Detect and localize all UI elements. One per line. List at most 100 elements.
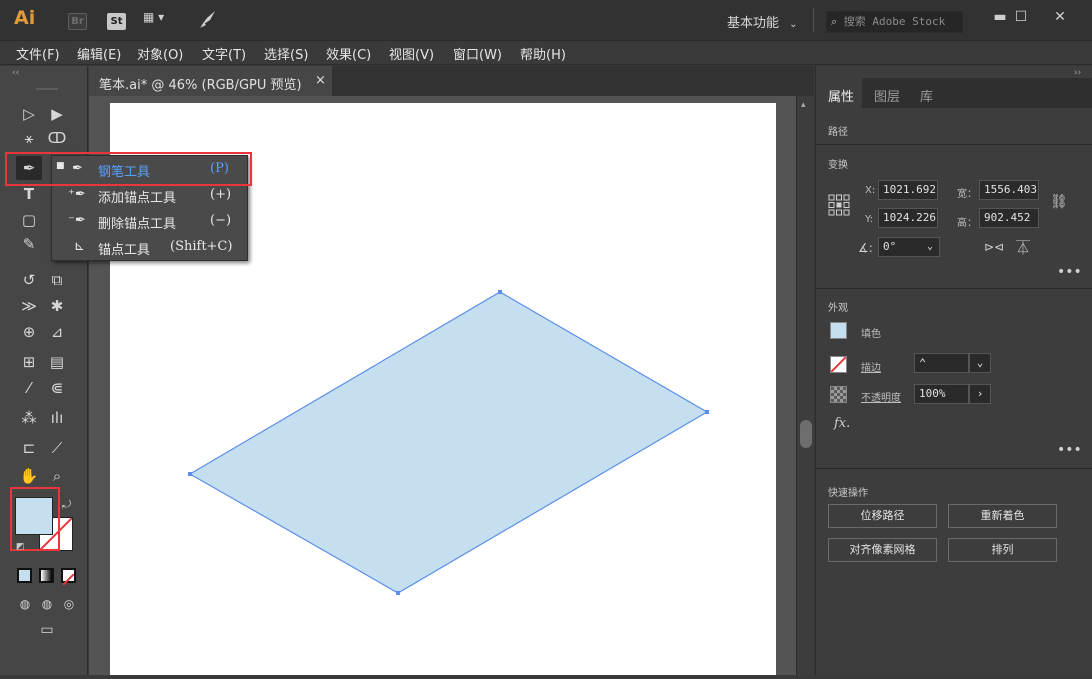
shaper-tool-icon[interactable]: ✎: [16, 232, 42, 256]
flyout-item-delete-anchor[interactable]: ⁻✒ 删除锚点工具 (−): [52, 209, 249, 235]
stroke-color-swatch[interactable]: [830, 356, 847, 373]
reference-point-icon[interactable]: [828, 194, 850, 216]
grip-icon[interactable]: [36, 88, 58, 90]
x-label: X:: [865, 185, 876, 196]
flip-vertical-icon[interactable]: ⏄: [1016, 238, 1030, 258]
collapse-icon[interactable]: ‹‹: [12, 68, 19, 78]
slice-tool-icon[interactable]: ⟋: [44, 436, 70, 460]
x-field[interactable]: 1021.692: [878, 180, 938, 200]
delete-anchor-icon: ⁻✒: [68, 213, 86, 228]
flyout-shortcut: (Shift+C): [170, 239, 233, 254]
flyout-label: 锚点工具: [98, 243, 151, 258]
maximize-button[interactable]: ☐: [1006, 6, 1036, 28]
document-tab[interactable]: 笔本.ai* @ 46% (RGB/GPU 预览): [89, 66, 332, 96]
menu-view[interactable]: 视图(V): [389, 44, 434, 63]
workspace-switcher[interactable]: 基本功能 ⌄: [727, 12, 798, 31]
perspective-grid-tool-icon[interactable]: ⊿: [44, 320, 70, 344]
opacity-label[interactable]: 不透明度: [861, 389, 901, 404]
symbol-sprayer-tool-icon[interactable]: ⁂: [16, 406, 42, 430]
color-mode-icon[interactable]: [17, 568, 32, 583]
arrange-button[interactable]: 排列: [948, 538, 1057, 562]
y-field[interactable]: 1024.226: [878, 208, 938, 228]
more-options-icon[interactable]: •••: [1057, 264, 1082, 280]
opacity-icon[interactable]: [830, 386, 847, 403]
opacity-dropdown[interactable]: ›: [969, 384, 991, 404]
default-colors-icon[interactable]: ◩: [16, 542, 25, 552]
menu-help[interactable]: 帮助(H): [520, 44, 566, 63]
menu-select[interactable]: 选择(S): [264, 44, 308, 63]
divider: [813, 8, 814, 32]
lasso-tool-icon[interactable]: ↀ: [44, 126, 70, 150]
stock-button[interactable]: St: [107, 13, 126, 30]
none-mode-icon[interactable]: [61, 568, 76, 586]
shape-builder-tool-icon[interactable]: ⊕: [16, 320, 42, 344]
vertical-scrollbar[interactable]: ▴: [796, 96, 814, 675]
more-options-icon[interactable]: •••: [1057, 442, 1082, 458]
direct-selection-tool-icon[interactable]: ▷: [16, 102, 42, 126]
appearance-title: 外观: [828, 303, 848, 314]
stroke-weight-dropdown[interactable]: ⌄: [969, 353, 991, 373]
menu-object[interactable]: 对象(O): [137, 44, 183, 63]
offset-path-button[interactable]: 位移路径: [828, 504, 937, 528]
anchor-point-icon: ⊾: [74, 239, 85, 254]
rectangle-tool-icon[interactable]: ▢: [16, 208, 42, 232]
menu-file[interactable]: 文件(F): [16, 44, 60, 63]
eyedropper-tool-icon[interactable]: ⁄: [16, 376, 42, 400]
height-label: 高：: [957, 218, 977, 229]
expand-icon[interactable]: ››: [1074, 68, 1081, 78]
search-icon: ⌕: [831, 15, 838, 28]
angle-field[interactable]: 0° ⌄: [878, 237, 940, 257]
magic-wand-tool-icon[interactable]: ⚹: [16, 126, 42, 150]
fx-icon[interactable]: fx.: [834, 416, 850, 431]
flip-horizontal-icon[interactable]: ⊳⊲: [984, 240, 1004, 254]
scale-tool-icon[interactable]: ⧉: [44, 268, 70, 292]
tab-libraries[interactable]: 库: [920, 86, 933, 105]
scroll-up-icon[interactable]: ▴: [801, 100, 806, 110]
menu-window[interactable]: 窗口(W): [453, 44, 502, 63]
menu-type[interactable]: 文字(T): [202, 44, 246, 63]
flyout-item-add-anchor[interactable]: ⁺✒ 添加锚点工具 (+): [52, 183, 249, 209]
height-field[interactable]: 902.452: [979, 208, 1039, 228]
opacity-field[interactable]: 100%: [914, 384, 969, 404]
flyout-item-anchor-point[interactable]: ⊾ 锚点工具 (Shift+C): [52, 235, 249, 261]
puppet-warp-tool-icon[interactable]: ✱: [44, 294, 70, 318]
hand-tool-icon[interactable]: ✋: [16, 464, 42, 488]
close-button[interactable]: ✕: [1045, 6, 1075, 28]
zoom-tool-icon[interactable]: ⌕: [44, 464, 70, 488]
close-document-button[interactable]: ×: [315, 73, 326, 88]
rotate-tool-icon[interactable]: ↺: [16, 268, 42, 292]
draw-inside-icon[interactable]: ◎: [56, 592, 82, 616]
bridge-button[interactable]: Br: [68, 13, 87, 30]
selection-tool-icon[interactable]: ▶: [44, 102, 70, 126]
angle-icon: ∡:: [858, 241, 873, 255]
fill-color-swatch[interactable]: [830, 322, 847, 339]
menu-effect[interactable]: 效果(C): [326, 44, 371, 63]
tab-properties[interactable]: 属性: [828, 86, 854, 105]
gpu-brush-icon[interactable]: [198, 8, 218, 30]
chevron-down-icon: ⌄: [926, 241, 933, 252]
column-graph-tool-icon[interactable]: ılı: [44, 406, 70, 430]
gradient-tool-icon[interactable]: ▤: [44, 350, 70, 374]
stroke-weight-field[interactable]: ⌃: [914, 353, 969, 373]
stock-search-input[interactable]: ⌕ 搜索 Adobe Stock: [826, 11, 963, 33]
mesh-tool-icon[interactable]: ⊞: [16, 350, 42, 374]
menu-edit[interactable]: 编辑(E): [77, 44, 121, 63]
panel-tabs: 属性 图层 库: [816, 78, 1092, 108]
stroke-label[interactable]: 描边: [861, 359, 881, 374]
properties-panel: ›› 属性 图层 库 路径 变换 X: 1021.692 Y: 1024.226…: [815, 66, 1092, 675]
blend-tool-icon[interactable]: ⋐: [44, 376, 70, 400]
constrain-proportions-icon[interactable]: ⛓: [1050, 194, 1068, 210]
screen-mode-icon[interactable]: ▭: [34, 618, 60, 642]
recolor-button[interactable]: 重新着色: [948, 504, 1057, 528]
width-field[interactable]: 1556.403: [979, 180, 1039, 200]
menu-bar: 文件(F) 编辑(E) 对象(O) 文字(T) 选择(S) 效果(C) 视图(V…: [0, 40, 1092, 65]
artboard-tool-icon[interactable]: ⊏: [16, 436, 42, 460]
align-pixel-grid-button[interactable]: 对齐像素网格: [828, 538, 937, 562]
gradient-mode-icon[interactable]: [39, 568, 54, 583]
stepper-icon[interactable]: ⌃: [919, 356, 926, 370]
tab-layers[interactable]: 图层: [874, 86, 900, 105]
scrollbar-thumb[interactable]: [800, 420, 812, 448]
width-tool-icon[interactable]: ≫: [16, 294, 42, 318]
swap-colors-icon[interactable]: ⤾: [62, 498, 71, 512]
arrange-documents-button[interactable]: ▦ ▾: [143, 10, 183, 30]
